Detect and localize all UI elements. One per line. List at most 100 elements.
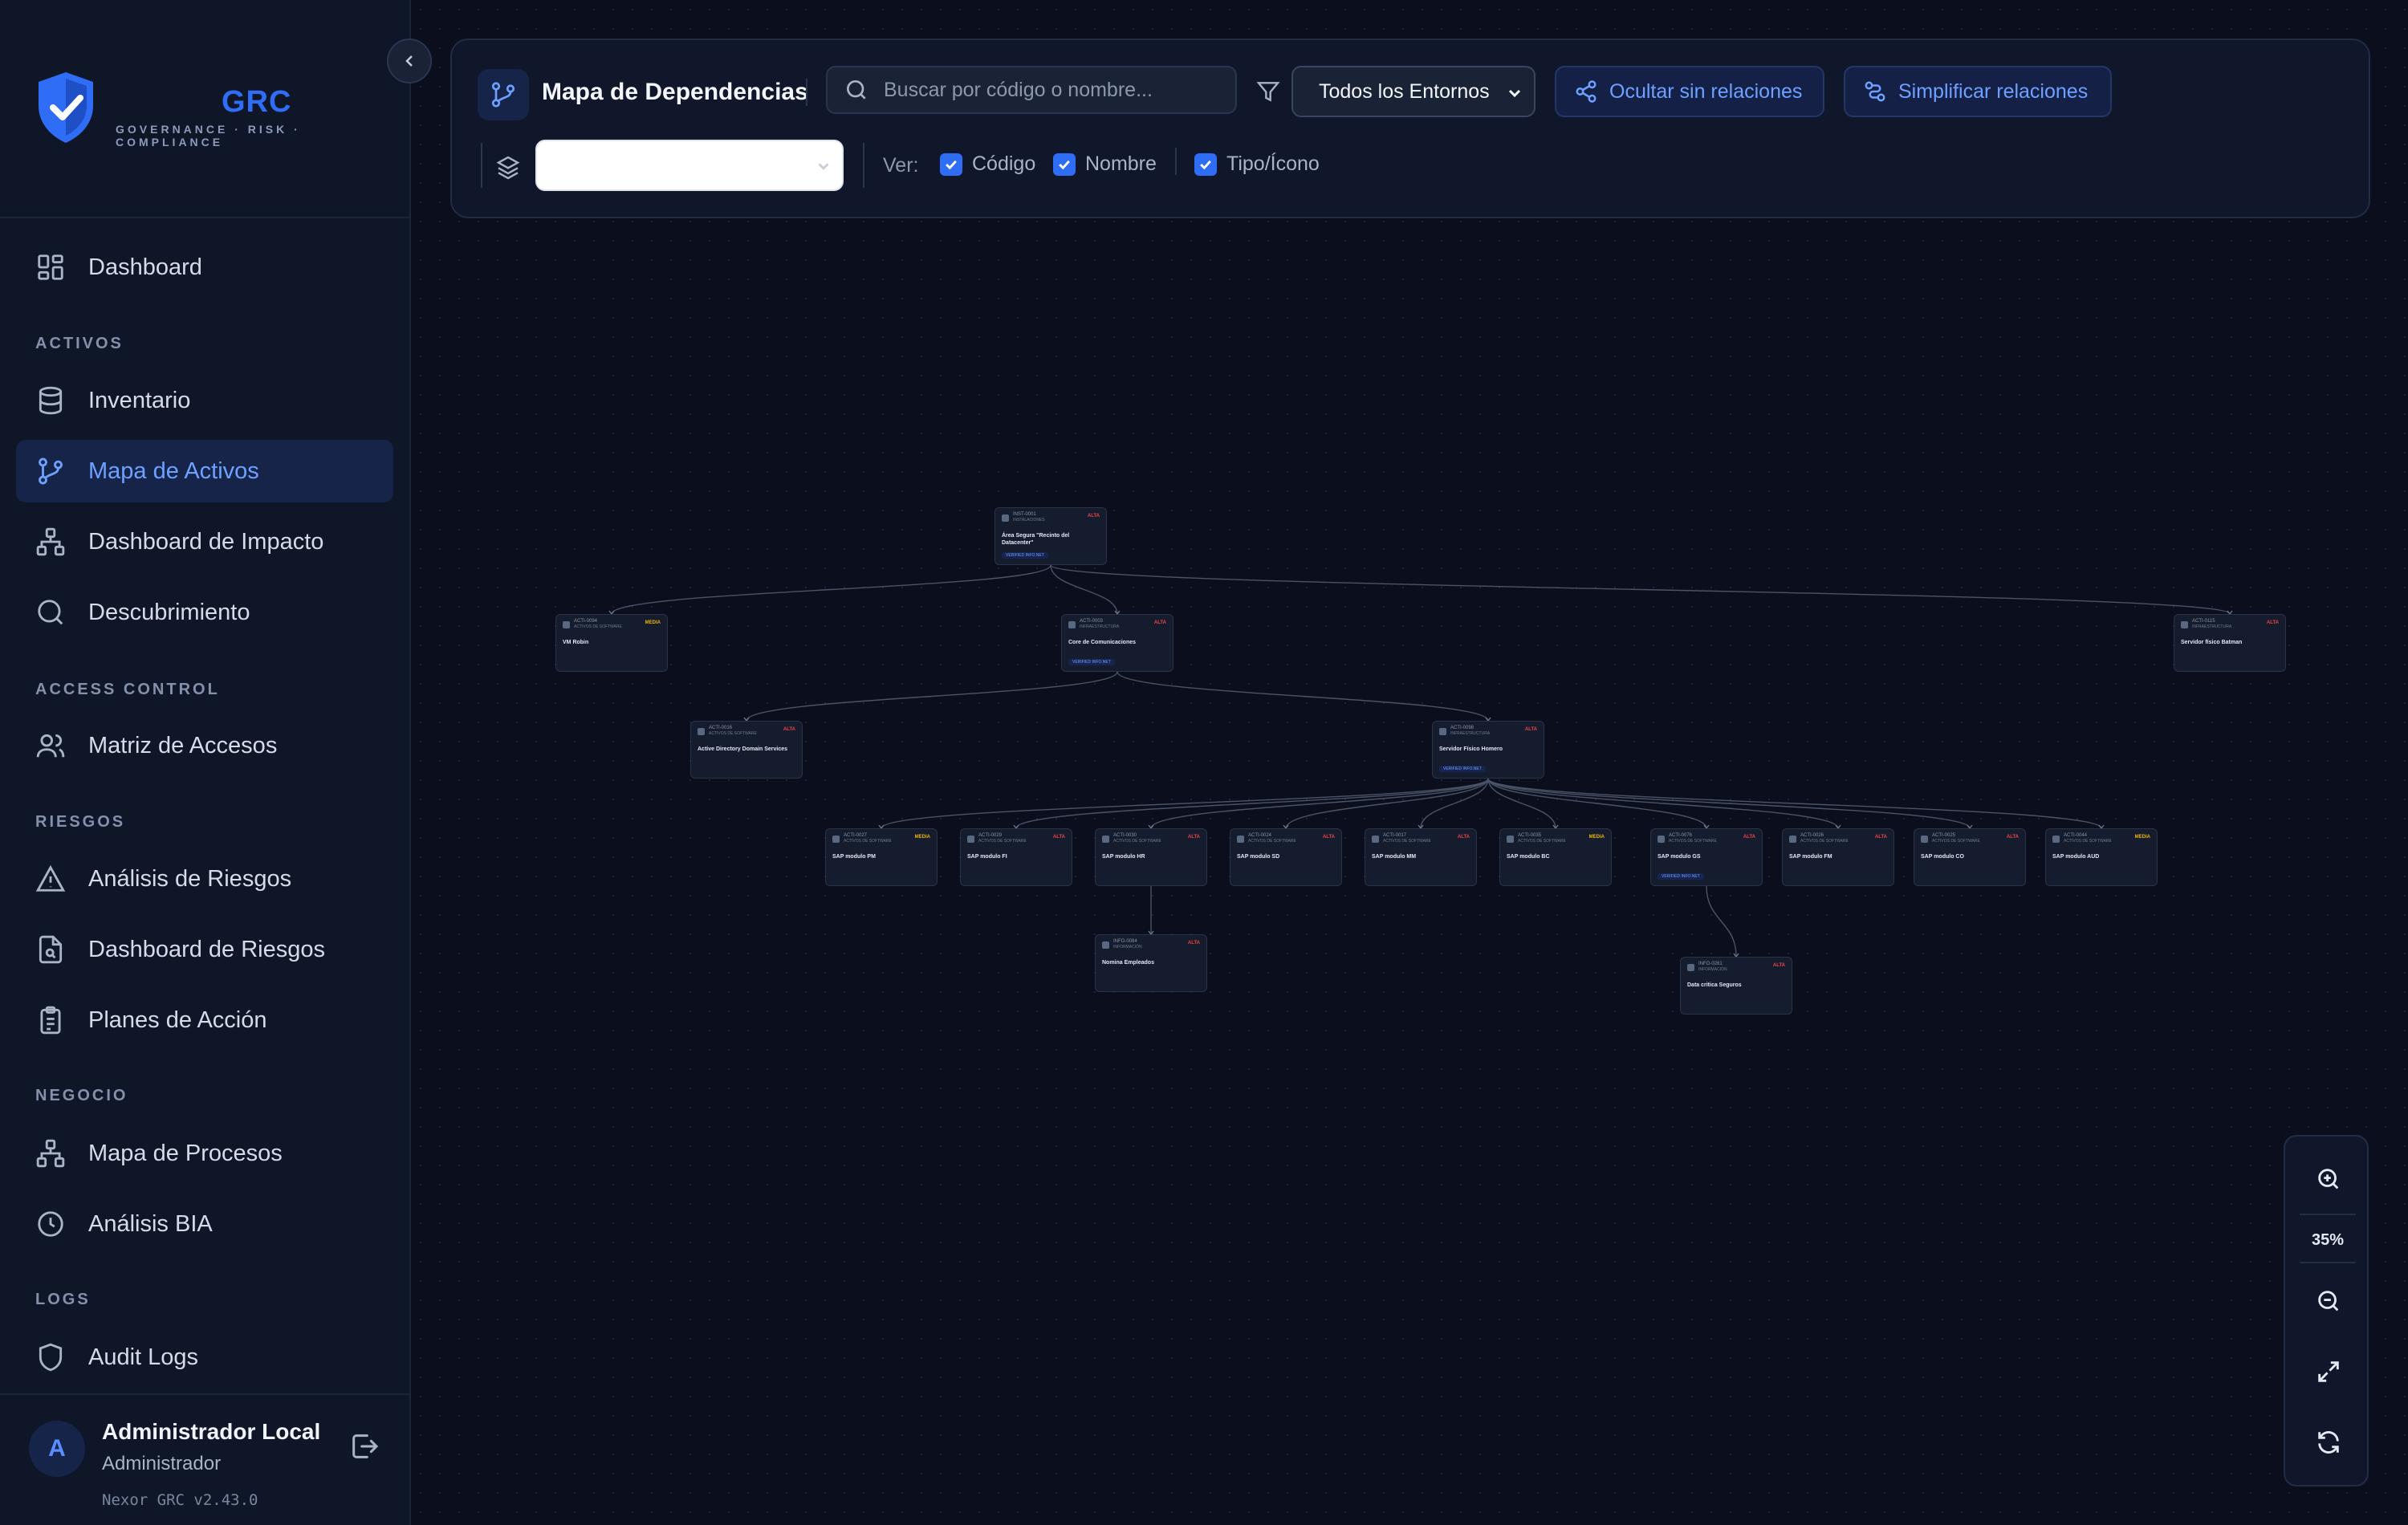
criticality-badge: MEDIA	[914, 835, 930, 840]
fit-view-icon[interactable]	[2315, 1358, 2342, 1385]
asset-name: SAP modulo PM	[832, 854, 876, 860]
asset-code: ACTI-0094	[574, 619, 598, 624]
asset-node[interactable]: ACTI-0016 ACTIVOS DE SOFTWARE ALTA Active D…	[690, 721, 803, 779]
asset-node[interactable]: INST-0001 INSTALACIONES ALTA Área Segura "R…	[995, 507, 1107, 565]
asset-name: SAP modulo FM	[1789, 854, 1832, 860]
asset-code: ACTI-0098	[1450, 726, 1474, 730]
asset-node[interactable]: ACTI-0035 ACTIVOS DE SOFTWARE MEDIA SAP mod…	[1499, 828, 1612, 886]
checkbox-label: Tipo/Ícono	[1226, 152, 1320, 175]
sidebar-item-analisis-bia[interactable]: Análisis BIA	[16, 1193, 393, 1255]
chevron-left-icon	[405, 55, 413, 67]
simplify-relations-label: Simplificar relaciones	[1898, 79, 2089, 103]
asset-node[interactable]: ACTI-0029 ACTIVOS DE SOFTWARE ALTA SAP modu…	[960, 828, 1072, 886]
asset-node[interactable]: ACTI-0026 ACTIVOS DE SOFTWARE ALTA SAP modu…	[1782, 828, 1894, 886]
brand-subtitle: GOVERNANCE · RISK · COMPLIANCE	[116, 123, 301, 148]
checkbox-checked-icon[interactable]	[940, 152, 962, 176]
environment-badge: VERIFIED INFO.NET	[1439, 766, 1486, 772]
sidebar-item-dashboard-impacto[interactable]: Dashboard de Impacto	[16, 510, 393, 573]
sidebar-item-label: Mapa de Procesos	[88, 1140, 283, 1166]
search-input[interactable]	[884, 78, 1221, 102]
sidebar-item-inventario[interactable]: Inventario	[16, 369, 393, 432]
asset-node[interactable]: ACTI-0025 ACTIVOS DE SOFTWARE ALTA SAP modu…	[1914, 828, 2026, 886]
asset-type: ACTIVOS DE SOFTWARE	[1383, 839, 1431, 844]
sidebar-item-dashboard-riesgos[interactable]: Dashboard de Riesgos	[16, 918, 393, 981]
database-icon	[39, 386, 63, 415]
filter-icon	[1256, 82, 1280, 102]
sidebar-item-dashboard[interactable]: Dashboard	[16, 236, 393, 299]
asset-node[interactable]: ACTI-0044 ACTIVOS DE SOFTWARE MEDIA SAP mod…	[2045, 828, 2158, 886]
asset-name: Core de Comunicaciones	[1068, 640, 1137, 645]
app-version: Nexor GRC v2.43.0	[102, 1491, 258, 1509]
simplify-relations-button[interactable]: Simplificar relaciones	[1844, 66, 2112, 117]
asset-type-icon	[1102, 836, 1109, 843]
search-icon	[847, 80, 866, 100]
asset-code: ACTI-0003	[1080, 619, 1104, 624]
environment-badge: VERIFIED INFO.NET	[1068, 659, 1115, 665]
asset-type-icon	[1002, 514, 1009, 522]
asset-node[interactable]: ACTI-0024 ACTIVOS DE SOFTWARE ALTA SAP modu…	[1230, 828, 1342, 886]
user-name: Administrador Local	[102, 1419, 321, 1444]
sidebar-item-matriz-accesos[interactable]: Matriz de Accesos	[16, 714, 393, 777]
asset-type-icon	[1687, 964, 1694, 971]
sidebar-item-mapa-activos[interactable]: Mapa de Activos	[16, 440, 393, 502]
sidebar-item-label: Dashboard	[88, 254, 202, 280]
asset-node[interactable]: INFO-0084 INFORMACIÓN ALTA Nomina Empleados	[1095, 934, 1207, 992]
checkbox-nombre[interactable]: Nombre	[1053, 152, 1157, 176]
network-icon	[36, 1139, 65, 1168]
asset-type: ACTIVOS DE SOFTWARE	[2064, 839, 2112, 844]
asset-type: INFRAESTRUCTURA	[2192, 624, 2232, 629]
sidebar-item-label: Descubrimiento	[88, 599, 250, 625]
environment-select[interactable]: Todos los Entornos	[1291, 66, 1536, 117]
users-icon	[36, 734, 65, 758]
asset-node[interactable]: ACTI-0030 ACTIVOS DE SOFTWARE ALTA SAP modu…	[1095, 828, 1207, 886]
zoom-in-icon[interactable]	[2315, 1165, 2342, 1193]
collapse-sidebar-button[interactable]	[387, 39, 432, 83]
chevron-down-icon	[818, 163, 829, 170]
asset-node[interactable]: ACTI-0098 INFRAESTRUCTURA ALTA Servidor Fís…	[1432, 721, 1544, 779]
layer-select[interactable]	[535, 140, 844, 191]
sidebar: GRC GOVERNANCE · RISK · COMPLIANCE Dashb…	[0, 0, 411, 1525]
zoom-out-icon[interactable]	[2315, 1287, 2342, 1315]
clock-icon	[38, 1211, 63, 1237]
asset-code: ACTI-0016	[709, 726, 733, 730]
criticality-badge: ALTA	[1187, 941, 1200, 946]
checkbox-codigo[interactable]: Código	[940, 152, 1035, 176]
asset-node[interactable]: ACTI-0017 ACTIVOS DE SOFTWARE ALTA SAP modu…	[1365, 828, 1477, 886]
asset-node[interactable]: ACTI-0094 ACTIVOS DE SOFTWARE MEDIA VM Robi…	[555, 614, 668, 672]
checkbox-tipo-icono[interactable]: Tipo/Ícono	[1194, 152, 1320, 176]
hide-unrelated-button[interactable]: Ocultar sin relaciones	[1555, 66, 1824, 117]
checkbox-checked-icon[interactable]	[1053, 152, 1076, 176]
asset-node[interactable]: ACTI-0076 ACTIVOS DE SOFTWARE ALTA SAP modu…	[1650, 828, 1763, 886]
asset-node[interactable]: ACTI-0003 INFRAESTRUCTURA ALTA Core de Comu…	[1061, 614, 1173, 672]
section-logs: LOGS	[35, 1291, 91, 1308]
user-role: Administrador	[102, 1453, 222, 1474]
asset-type: ACTIVOS DE SOFTWARE	[844, 839, 892, 844]
criticality-badge: ALTA	[1153, 620, 1166, 625]
asset-type-icon	[698, 728, 705, 735]
logout-icon[interactable]	[348, 1430, 380, 1462]
asset-node[interactable]: ACTI-0027 ACTIVOS DE SOFTWARE MEDIA SAP mod…	[825, 828, 938, 886]
checkbox-checked-icon[interactable]	[1194, 152, 1217, 176]
sidebar-item-audit-logs[interactable]: Audit Logs	[16, 1326, 393, 1389]
asset-code: ACTI-0025	[1932, 833, 1956, 838]
refresh-layout-icon[interactable]	[2315, 1429, 2342, 1456]
zoom-controls: 35%	[2284, 1135, 2369, 1486]
section-negocio: NEGOCIO	[35, 1087, 128, 1104]
sidebar-item-label: Dashboard de Impacto	[88, 528, 324, 555]
search-box[interactable]	[826, 66, 1237, 114]
asset-type: ACTIVOS DE SOFTWARE	[709, 731, 757, 736]
asset-type: ACTIVOS DE SOFTWARE	[1518, 839, 1566, 844]
checkbox-label: Código	[972, 152, 1036, 175]
sidebar-item-descubrimiento[interactable]: Descubrimiento	[16, 581, 393, 644]
sidebar-item-analisis-riesgos[interactable]: Análisis de Riesgos	[16, 848, 393, 910]
asset-type-icon	[1789, 836, 1796, 843]
asset-name: Área Segura "Recinto del Datacenter"	[1002, 533, 1070, 546]
asset-name: SAP modulo HR	[1102, 854, 1145, 860]
sidebar-item-mapa-procesos[interactable]: Mapa de Procesos	[16, 1122, 393, 1185]
asset-node[interactable]: INFO-0261 INFORMACIÓN ALTA Data critica Seg…	[1680, 957, 1792, 1015]
asset-type: INSTALACIONES	[1013, 518, 1045, 523]
asset-node[interactable]: ACTI-0115 INFRAESTRUCTURA ALTA Servidor fís…	[2174, 614, 2286, 672]
avatar[interactable]: A	[29, 1421, 85, 1477]
criticality-badge: ALTA	[2266, 620, 2279, 625]
sidebar-item-planes-accion[interactable]: Planes de Acción	[16, 989, 393, 1051]
